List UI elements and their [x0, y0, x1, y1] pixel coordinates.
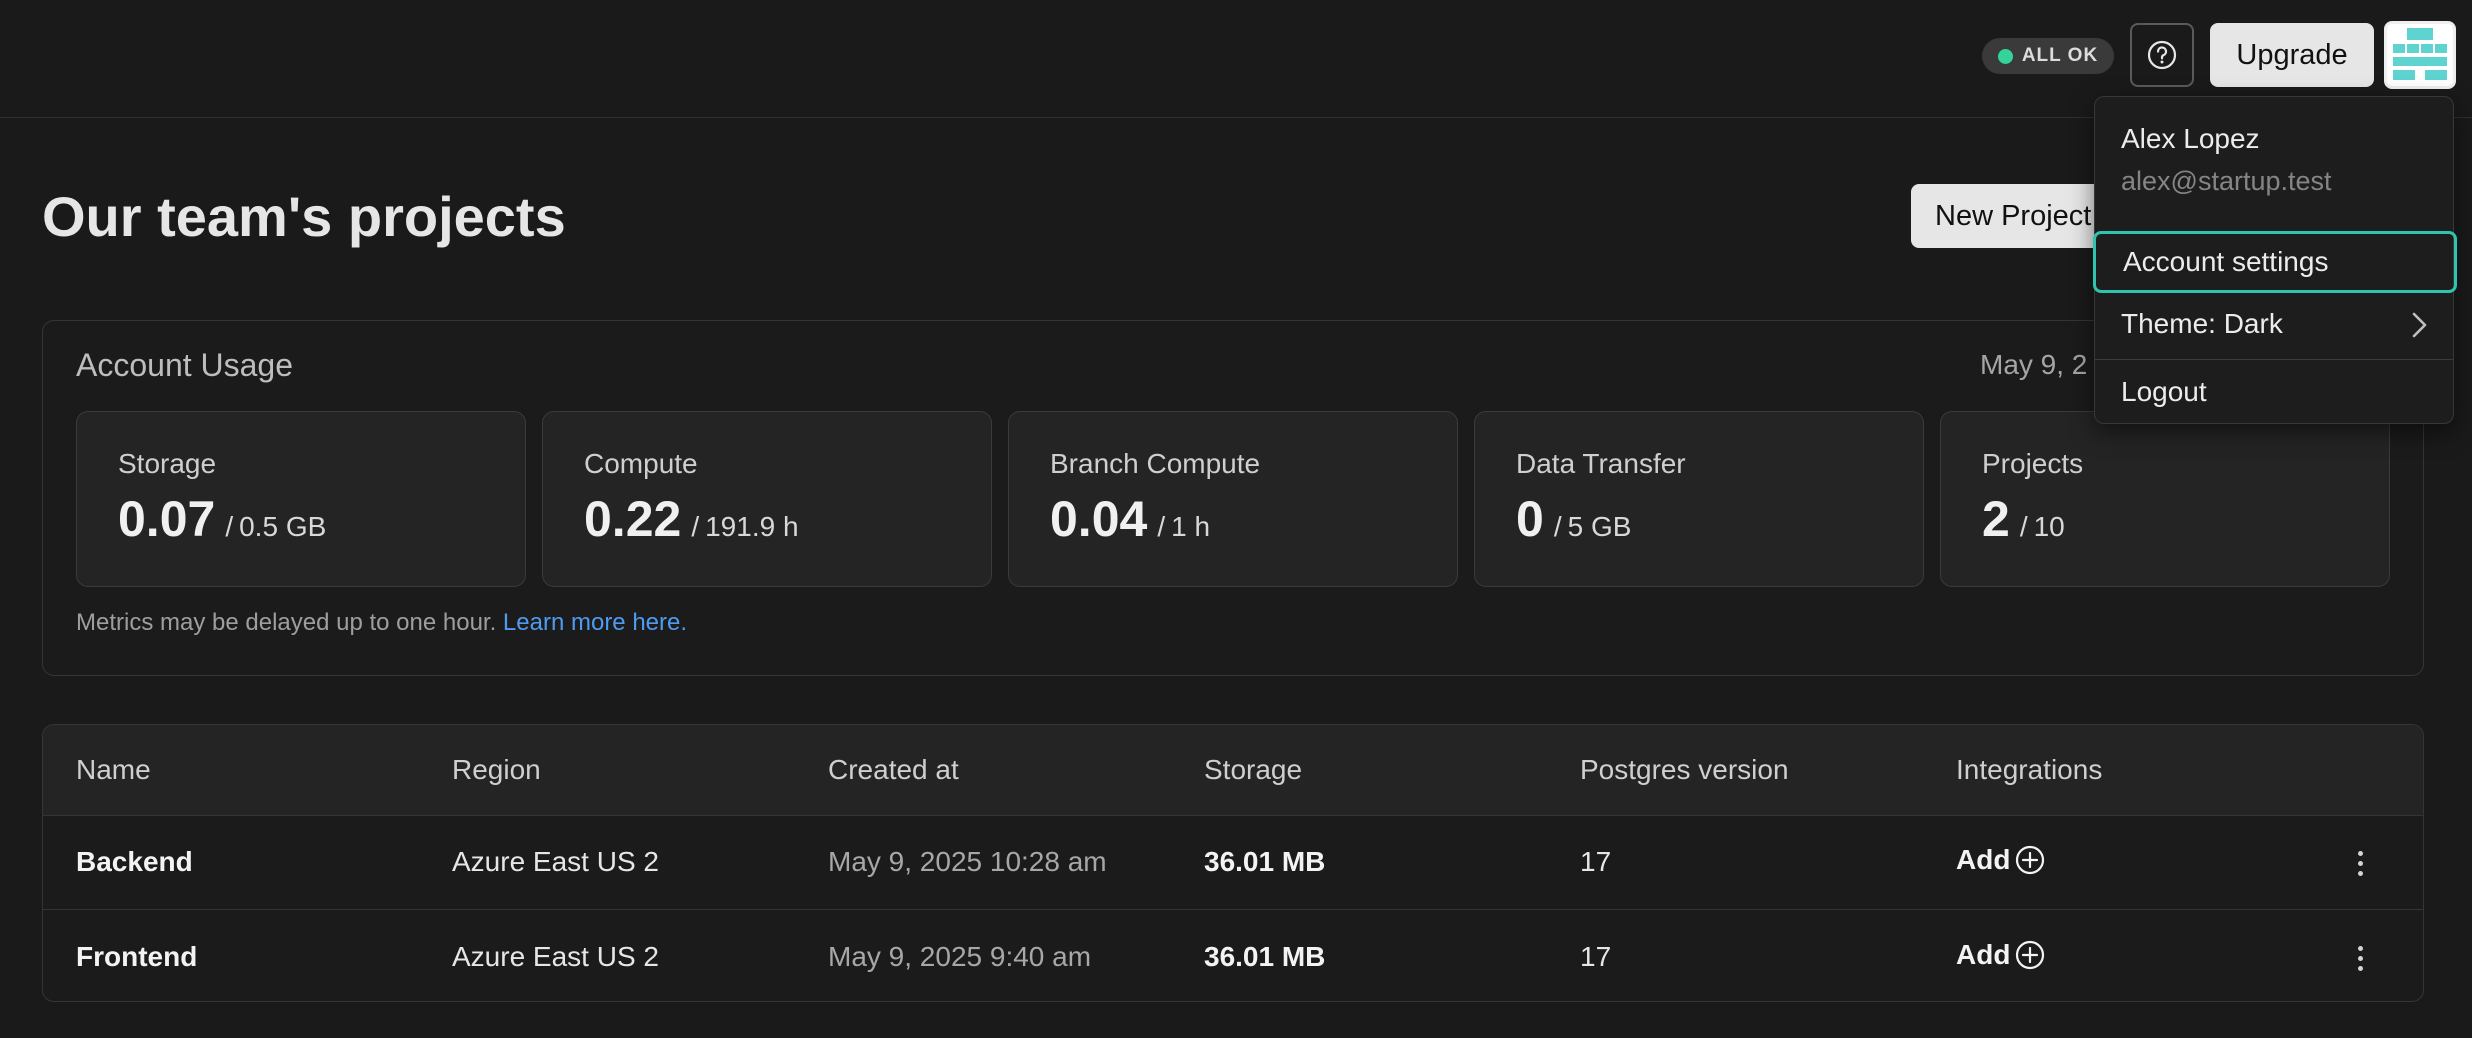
- metric-value: 0: [1516, 491, 1544, 547]
- column-header-created-at[interactable]: Created at: [828, 754, 959, 786]
- metric-label: Compute: [584, 448, 698, 479]
- metric-limit: 5 GB: [1567, 511, 1632, 542]
- plus-circle-icon: [2016, 845, 2045, 875]
- kebab-vertical-icon: [2357, 850, 2363, 856]
- table-row[interactable]: Backend Azure East US 2 May 9, 2025 10:2…: [43, 816, 2423, 910]
- menu-item-logout[interactable]: Logout: [2095, 361, 2453, 423]
- metric-label: Storage: [118, 448, 217, 479]
- new-project-button[interactable]: New Project: [1911, 184, 2111, 248]
- column-header-postgres-version[interactable]: Postgres version: [1580, 754, 1789, 786]
- metric-separator: /: [1157, 511, 1166, 542]
- kebab-vertical-icon: [2357, 945, 2363, 951]
- add-integration-label: Add: [1956, 939, 2011, 970]
- usage-note-text: Metrics may be delayed up to one hour.: [76, 609, 497, 636]
- identicon-avatar-icon: [2393, 28, 2447, 80]
- column-header-region[interactable]: Region: [452, 754, 541, 786]
- project-name[interactable]: Backend: [76, 846, 193, 878]
- row-menu-button[interactable]: [2343, 844, 2377, 882]
- avatar[interactable]: [2384, 21, 2456, 89]
- metric-card-data-transfer: Data Transfer 0 / 5 GB: [1474, 411, 1924, 587]
- metric-value: 0.22: [584, 491, 682, 547]
- metric-card-storage: Storage 0.07 / 0.5 GB: [76, 411, 526, 587]
- project-created-at: May 9, 2025 10:28 am: [828, 846, 1107, 877]
- project-storage: 36.01 MB: [1204, 846, 1326, 877]
- metric-separator: /: [2019, 511, 2028, 542]
- metric-label: Data Transfer: [1516, 448, 1686, 479]
- metric-value: 0.07: [118, 491, 216, 547]
- question-circle-icon: [2147, 40, 2177, 70]
- help-button[interactable]: [2130, 23, 2194, 87]
- project-postgres-version: 17: [1580, 846, 1612, 877]
- metric-card-branch-compute: Branch Compute 0.04 / 1 h: [1008, 411, 1458, 587]
- menu-divider: [2095, 359, 2453, 360]
- user-menu: Alex Lopez alex@startup.test Account set…: [2093, 96, 2457, 424]
- menu-user-name: Alex Lopez: [2121, 123, 2260, 154]
- project-storage: 36.01 MB: [1204, 941, 1326, 972]
- metric-limit: 1 h: [1171, 511, 1211, 542]
- status-badge[interactable]: ALL OK: [1982, 38, 2114, 74]
- column-header-integrations[interactable]: Integrations: [1956, 754, 2102, 786]
- add-integration-label: Add: [1956, 844, 2011, 875]
- projects-table: Name Region Created at Storage Postgres …: [42, 724, 2424, 1002]
- metric-limit: 0.5 GB: [239, 511, 327, 542]
- metric-label: Projects: [1982, 448, 2084, 479]
- project-postgres-version: 17: [1580, 941, 1612, 972]
- metric-card-projects: Projects 2 / 10: [1940, 411, 2390, 587]
- metric-card-compute: Compute 0.22 / 191.9 h: [542, 411, 992, 587]
- account-usage-panel: Account Usage May 9, 2 Storage 0.07 / 0.…: [42, 320, 2424, 676]
- project-created-at: May 9, 2025 9:40 am: [828, 941, 1092, 972]
- table-row[interactable]: Frontend Azure East US 2 May 9, 2025 9:4…: [43, 911, 2423, 1001]
- metric-label: Branch Compute: [1050, 448, 1261, 479]
- column-header-name[interactable]: Name: [76, 754, 151, 786]
- chevron-right-icon: [2412, 312, 2427, 338]
- column-header-storage[interactable]: Storage: [1204, 754, 1302, 786]
- usage-date: May 9, 2: [1980, 349, 2088, 380]
- page-title: Our team's projects: [42, 185, 566, 248]
- learn-more-link[interactable]: Learn more here.: [503, 609, 687, 636]
- usage-title: Account Usage: [76, 347, 294, 383]
- metric-separator: /: [691, 511, 700, 542]
- menu-item-theme-label: Theme: Dark: [2121, 308, 2283, 339]
- metric-value: 2: [1982, 491, 2010, 547]
- plus-circle-icon: [2016, 940, 2045, 970]
- project-region: Azure East US 2: [452, 846, 659, 877]
- metric-value: 0.04: [1050, 491, 1148, 547]
- metric-separator: /: [1553, 511, 1562, 542]
- metric-limit: 191.9 h: [705, 511, 799, 542]
- project-name[interactable]: Frontend: [76, 941, 197, 973]
- menu-item-theme[interactable]: Theme: Dark: [2095, 293, 2453, 355]
- status-dot-icon: [1997, 48, 2013, 64]
- usage-note: Metrics may be delayed up to one hour. L…: [76, 609, 687, 637]
- status-label: ALL OK: [2021, 45, 2099, 66]
- metric-separator: /: [225, 511, 234, 542]
- row-menu-button[interactable]: [2343, 939, 2377, 977]
- upgrade-button[interactable]: Upgrade: [2210, 23, 2374, 87]
- table-header: Name Region Created at Storage Postgres …: [43, 725, 2423, 816]
- menu-item-account-settings[interactable]: Account settings: [2093, 231, 2457, 293]
- add-integration-button[interactable]: Add: [1956, 939, 2046, 971]
- metric-limit: 10: [2033, 511, 2065, 542]
- project-region: Azure East US 2: [452, 941, 659, 972]
- add-integration-button[interactable]: Add: [1956, 844, 2046, 876]
- menu-user-email: alex@startup.test: [2121, 166, 2332, 196]
